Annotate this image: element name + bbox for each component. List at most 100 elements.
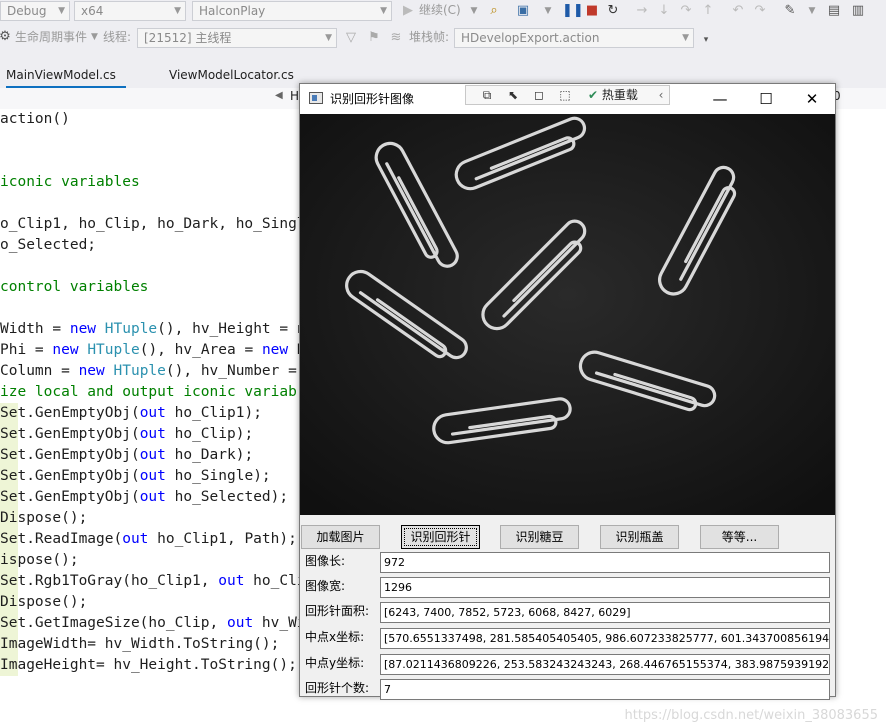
code-line: Column = new HTuple(), hv_Number =	[0, 363, 297, 379]
code-line: Dispose();	[0, 592, 88, 613]
layout-icon[interactable]: ▥	[850, 3, 866, 19]
threads-icon[interactable]: ≋	[388, 30, 404, 46]
code-line: Set.GetImageSize(ho_Clip, out hv_Wid	[0, 613, 315, 634]
tab-viewmodellocator[interactable]: ViewModelLocator.cs	[169, 64, 309, 86]
tab-mainviewmodel[interactable]: MainViewModel.cs	[6, 64, 126, 88]
maximize-button[interactable]: ☐	[743, 84, 789, 114]
code-line: control variables	[0, 279, 149, 295]
detect-bottlecap-button[interactable]: 识别瓶盖	[600, 525, 679, 549]
stackframe-combo[interactable]: HDevelopExport.action ▼	[454, 28, 694, 48]
step-into-icon[interactable]: ↓	[656, 3, 672, 19]
overflow-icon[interactable]: ▾	[698, 32, 714, 48]
select-element-icon[interactable]: ⬉	[504, 87, 522, 103]
halcon-window: 识别回形针图像 ⧉ ⬉ ◻ ⬚ ✔ 热重载 ‹ — ☐ ✕ 加载图片 识别回形针…	[299, 83, 836, 700]
collapse-icon[interactable]: ‹	[652, 87, 670, 103]
lifecycle-events-button[interactable]: 生命周期事件	[15, 27, 87, 47]
paperclip-count-field[interactable]: 7	[380, 679, 830, 700]
show-next-statement-icon[interactable]: →	[634, 3, 650, 19]
platform-value: x64	[81, 4, 104, 18]
restart-icon[interactable]: ↻	[605, 3, 621, 19]
redo-icon[interactable]: ↷	[752, 3, 768, 19]
center-x-field[interactable]: [570.6551337498, 281.585405405405, 986.6…	[380, 628, 830, 649]
filter-icon[interactable]: ▽	[343, 30, 359, 46]
find-icon[interactable]: ⌕	[486, 3, 502, 19]
screenshot-icon[interactable]: ▣	[515, 3, 531, 19]
center-y-label: 中点y坐标:	[305, 656, 365, 670]
code-line: o_Clip1, ho_Clip, ho_Dark, ho_Single	[0, 216, 315, 232]
watermark: https://blog.csdn.net/weixin_38083655	[624, 708, 878, 723]
load-image-button[interactable]: 加载图片	[301, 525, 380, 549]
track-focus-icon[interactable]: ⬚	[556, 87, 574, 103]
chevron-down-icon[interactable]: ▼	[540, 3, 556, 19]
image-height-field[interactable]: 972	[380, 552, 830, 573]
format-icon[interactable]: ✎	[782, 3, 798, 19]
chevron-down-icon[interactable]: ▼	[91, 27, 98, 47]
tab-label: ViewModelLocator.cs	[169, 68, 294, 82]
vs-standard-toolbar: Debug ▼ x64 ▼ HalconPlay ▼ ▶ 继续(C) ▼ ⌕ ▣ ▼ …	[0, 0, 886, 24]
pause-icon[interactable]: ❚❚	[562, 3, 584, 19]
code-line: Set.GenEmptyObj(out ho_Selected);	[0, 487, 289, 508]
startup-project-value: HalconPlay	[199, 4, 266, 18]
step-over-icon[interactable]: ↷	[678, 3, 694, 19]
configuration-combo[interactable]: Debug ▼	[0, 1, 70, 21]
code-line: Set.GenEmptyObj(out ho_Dark);	[0, 445, 254, 466]
code-line: Set.Rgb1ToGray(ho_Clip1, out ho_Clip	[0, 571, 315, 592]
image-height-label: 图像长:	[305, 554, 346, 568]
stackframe-label: 堆栈帧:	[409, 30, 450, 44]
tab-label: MainViewModel.cs	[6, 68, 116, 82]
image-display	[300, 114, 835, 515]
code-line: ImageHeight= hv_Height.ToString();	[0, 655, 297, 676]
code-line: ize local and output iconic variab	[0, 384, 297, 400]
step-out-icon[interactable]: ↑	[700, 3, 716, 19]
detect-candy-button[interactable]: 识别糖豆	[500, 525, 579, 549]
hot-reload-indicator[interactable]: ✔ 热重载	[588, 86, 638, 104]
chevron-down-icon[interactable]: ◀	[275, 90, 283, 101]
image-width-label: 图像宽:	[305, 579, 346, 593]
code-line: Width = new HTuple(), hv_Height = n	[0, 321, 306, 337]
more-button[interactable]: 等等...	[700, 525, 779, 549]
paperclip-count-label: 回形针个数:	[305, 681, 370, 695]
chevron-down-icon[interactable]: ▼	[466, 3, 482, 19]
live-visual-tree-icon[interactable]: ⧉	[478, 87, 496, 103]
flag-icon[interactable]: ⚑	[366, 30, 382, 46]
paperclip-photo	[300, 114, 835, 515]
thread-combo[interactable]: [21512] 主线程 ▼	[137, 28, 337, 48]
minimize-button[interactable]: —	[697, 84, 743, 114]
member-dropdown[interactable]: H	[290, 89, 299, 103]
image-width-field[interactable]: 1296	[380, 577, 830, 598]
undo-icon[interactable]: ↶	[730, 3, 746, 19]
stop-icon[interactable]: ■	[584, 3, 600, 19]
code-line: Dispose();	[0, 508, 88, 529]
code-line: iconic variables	[0, 174, 140, 190]
thread-label: 线程:	[103, 30, 132, 44]
code-line: ImageWidth= hv_Width.ToString();	[0, 634, 280, 655]
chevron-down-icon[interactable]: ▼	[804, 3, 820, 19]
center-x-label: 中点x坐标:	[305, 630, 365, 644]
xaml-debug-toolbar: ⧉ ⬉ ◻ ⬚ ✔ 热重载 ‹	[465, 85, 670, 105]
code-line: ispose();	[0, 550, 79, 571]
bookmark-icon[interactable]: ▤	[826, 3, 842, 19]
startup-project-combo[interactable]: HalconPlay ▼	[192, 1, 392, 21]
configuration-value: Debug	[7, 4, 47, 18]
detect-paperclip-button[interactable]: 识别回形针	[401, 525, 480, 549]
paperclip-area-label: 回形针面积:	[305, 604, 370, 618]
continue-button[interactable]: 继续(C)	[419, 0, 461, 20]
code-line: Set.GenEmptyObj(out ho_Clip1);	[0, 403, 262, 424]
paperclip-area-field[interactable]: [6243, 7400, 7852, 5723, 6068, 8427, 602…	[380, 602, 830, 623]
platform-combo[interactable]: x64 ▼	[74, 1, 186, 21]
thread-value: [21512] 主线程	[144, 31, 232, 45]
play-icon[interactable]: ▶	[400, 3, 416, 19]
adorner-icon[interactable]: ◻	[530, 87, 548, 103]
code-line: Set.ReadImage(out ho_Clip1, Path);	[0, 529, 297, 550]
hot-reload-label: 热重载	[601, 88, 638, 102]
window-title: 识别回形针图像	[330, 92, 415, 106]
lifecycle-icon: ⚙	[0, 29, 11, 44]
code-line: o_Selected;	[0, 237, 97, 253]
window-titlebar[interactable]: 识别回形针图像 ⧉ ⬉ ◻ ⬚ ✔ 热重载 ‹ — ☐ ✕	[300, 84, 835, 114]
close-button[interactable]: ✕	[789, 84, 835, 114]
code-line: Set.GenEmptyObj(out ho_Single);	[0, 466, 271, 487]
code-line: action()	[0, 111, 70, 127]
check-circle-icon: ✔	[588, 88, 599, 102]
stackframe-value: HDevelopExport.action	[461, 31, 600, 45]
center-y-field[interactable]: [87.0211436809226, 253.583243243243, 268…	[380, 654, 830, 675]
